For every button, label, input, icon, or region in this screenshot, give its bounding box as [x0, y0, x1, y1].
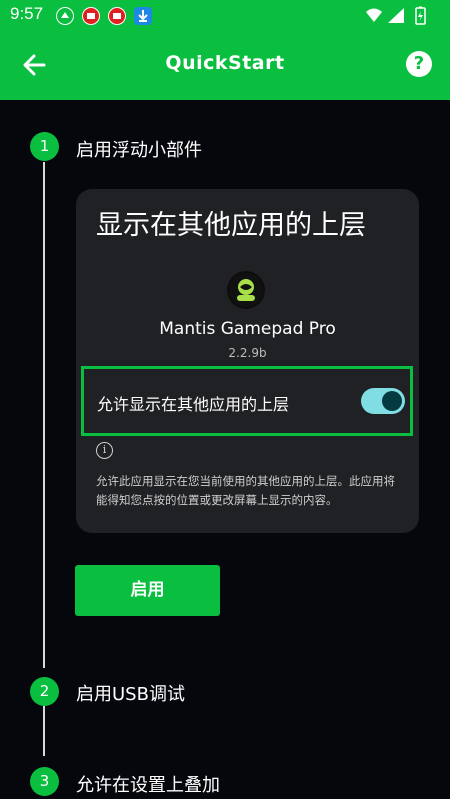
allow-overlay-toggle[interactable] — [361, 388, 405, 414]
step-number-circle: 2 — [30, 677, 59, 706]
overlay-permission-card: 显示在其他应用的上层 Mantis Gamepad Pro 2.2.9b 允许显… — [76, 189, 419, 533]
help-button[interactable]: ? — [406, 51, 432, 77]
step-connector — [43, 162, 45, 668]
step-number-circle: 1 — [30, 132, 59, 161]
toggle-label: 允许显示在其他应用的上层 — [97, 395, 290, 414]
question-icon: ? — [413, 53, 425, 74]
app-icon — [227, 271, 265, 309]
app-notification-icon — [108, 7, 126, 25]
enable-button[interactable]: 启用 — [75, 565, 220, 616]
permission-description: 允许此应用显示在您当前使用的其他应用的上层。此应用将能得知您点按的位置或更改屏幕… — [96, 474, 395, 507]
app-bar: QuickStart ? — [0, 30, 450, 100]
allow-overlay-row[interactable]: 允许显示在其他应用的上层 — [81, 366, 413, 436]
status-time: 9:57 — [10, 4, 44, 23]
card-title: 显示在其他应用的上层 — [96, 210, 366, 241]
step-connector — [43, 706, 45, 756]
signal-icon — [388, 8, 404, 23]
app-version: 2.2.9b — [228, 346, 267, 360]
battery-icon — [415, 6, 426, 25]
status-right-icons — [364, 6, 436, 30]
step-label[interactable]: 启用浮动小部件 — [76, 136, 202, 162]
page-title: QuickStart — [165, 52, 285, 74]
info-icon: i — [96, 442, 113, 459]
toggle-knob — [382, 391, 402, 411]
step-number-circle: 3 — [30, 767, 59, 796]
app-notification-icon — [82, 7, 100, 25]
mantis-notification-icon — [56, 7, 74, 25]
app-name: Mantis Gamepad Pro — [159, 319, 336, 339]
download-icon — [134, 7, 152, 25]
step-label[interactable]: 允许在设置上叠加 — [76, 771, 220, 797]
step-label[interactable]: 启用USB调试 — [76, 680, 185, 706]
wifi-icon — [366, 8, 382, 22]
status-bar: 9:57 — [0, 0, 450, 30]
